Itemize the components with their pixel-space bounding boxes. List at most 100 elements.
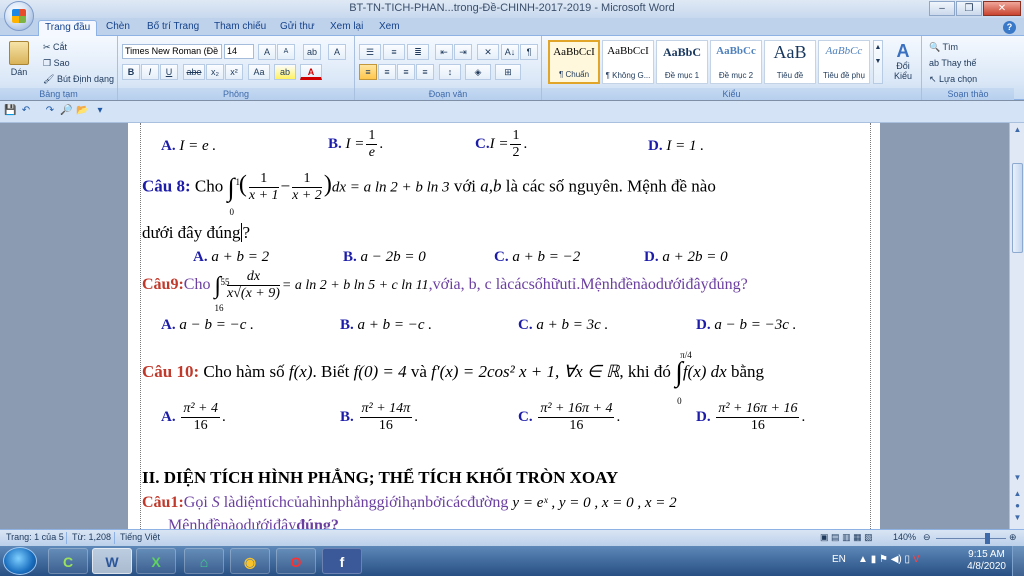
style-subtitle[interactable]: AaBbCc Tiêu đề phụ xyxy=(818,40,870,84)
zoom-out-icon[interactable]: ⊖ xyxy=(923,532,931,543)
page-count[interactable]: Trang: 1 của 5 xyxy=(6,532,64,542)
language-indicator[interactable]: EN xyxy=(832,554,846,565)
style-heading-2[interactable]: AaBbCc Đề mục 2 xyxy=(710,40,762,84)
print-layout-icon[interactable]: ▣ xyxy=(820,532,829,542)
justify-button[interactable]: ≡ xyxy=(416,64,434,80)
scroll-down-icon[interactable]: ▼ xyxy=(1012,473,1023,485)
cut-button[interactable]: ✂ Cắt xyxy=(40,39,70,55)
align-left-button[interactable]: ≡ xyxy=(359,64,377,80)
taskbar-app-opera[interactable]: O xyxy=(276,548,316,574)
align-center-button[interactable]: ≡ xyxy=(378,64,396,80)
multilevel-list-button[interactable]: ≣ xyxy=(407,44,429,60)
taskbar-app-facebook[interactable]: f xyxy=(322,548,362,574)
customize-qat-icon[interactable]: ▾ xyxy=(94,105,106,117)
next-page-icon[interactable]: ▼ xyxy=(1012,513,1023,525)
align-right-button[interactable]: ≡ xyxy=(397,64,415,80)
line-spacing-button[interactable]: ↕ xyxy=(439,64,461,80)
change-styles-button[interactable]: A Đổi Kiểu xyxy=(886,40,920,84)
font-size-select[interactable]: 14 xyxy=(224,44,254,59)
prev-page-icon[interactable]: ▲ xyxy=(1012,489,1023,501)
bullets-button[interactable]: ☰ xyxy=(359,44,381,60)
office-button[interactable] xyxy=(4,1,34,31)
restore-button[interactable]: ❐ xyxy=(956,1,982,16)
change-case-button[interactable]: Aa xyxy=(248,64,270,80)
borders-button[interactable]: ⊞ xyxy=(495,64,521,80)
outline-icon[interactable]: ▦ xyxy=(853,532,862,542)
vertical-scrollbar[interactable]: ▲ ▼ ▲ ● ▼ xyxy=(1009,123,1024,529)
numbering-button[interactable]: ≡ xyxy=(383,44,405,60)
tab-insert[interactable]: Chèn xyxy=(100,20,136,36)
underline-button[interactable]: U xyxy=(160,64,178,80)
scroll-up-icon[interactable]: ▲ xyxy=(1012,125,1023,137)
full-screen-icon[interactable]: ▤ xyxy=(831,532,840,542)
taskbar-app-excel[interactable]: X xyxy=(136,548,176,574)
select-button[interactable]: ↖ Lựa chọn xyxy=(926,71,980,87)
document-area[interactable]: A. I = e . B. I = 1 e. C.I = 1 2. D. I = 1 .… xyxy=(0,123,1009,529)
replace-button[interactable]: ab Thay thế xyxy=(926,55,979,71)
taskbar-app-word[interactable]: W xyxy=(92,548,132,574)
word-count[interactable]: Từ: 1,208 xyxy=(72,532,111,542)
undo-icon[interactable]: ↶ xyxy=(20,105,32,117)
taskbar-app-home[interactable]: ⌂ xyxy=(184,548,224,574)
scroll-thumb[interactable] xyxy=(1012,163,1023,253)
minimize-button[interactable]: – xyxy=(929,1,955,16)
clock[interactable]: 9:15 AM 4/8/2020 xyxy=(967,549,1006,573)
language[interactable]: Tiếng Việt xyxy=(120,532,160,542)
superscript-button[interactable]: x² xyxy=(225,64,243,80)
battery-icon[interactable]: ▯ xyxy=(905,554,911,565)
tab-review[interactable]: Xem lại xyxy=(324,20,369,36)
char-border-button[interactable]: A xyxy=(328,44,346,60)
chevron-up-icon[interactable]: ▲ xyxy=(858,554,868,565)
tab-mailings[interactable]: Gửi thư xyxy=(274,20,321,36)
print-preview-icon[interactable]: 🔎 xyxy=(60,105,72,117)
find-button[interactable]: 🔍 Tìm xyxy=(926,39,961,55)
sort-button[interactable]: A↓ xyxy=(501,44,519,60)
tab-view[interactable]: Xem xyxy=(373,20,406,36)
flag-icon[interactable]: ⚑ xyxy=(879,554,888,565)
browse-object-icon[interactable]: ● xyxy=(1012,501,1023,513)
close-button[interactable]: ✕ xyxy=(983,1,1021,16)
subscript-button[interactable]: x₂ xyxy=(206,64,224,80)
shrink-font-button[interactable]: A xyxy=(277,44,295,60)
save-icon[interactable]: 💾 xyxy=(4,105,16,117)
shading-button[interactable]: ◈ xyxy=(465,64,491,80)
styles-scroll[interactable]: ▲ ▼ xyxy=(873,40,883,84)
zoom-in-icon[interactable]: ⊕ xyxy=(1009,532,1017,543)
draft-icon[interactable]: ▧ xyxy=(864,532,873,542)
text-direction-button[interactable]: ✕ xyxy=(477,44,499,60)
clear-format-button[interactable]: ab xyxy=(303,44,321,60)
increase-indent-button[interactable]: ⇥ xyxy=(454,44,472,60)
font-color-button[interactable]: A xyxy=(300,64,322,80)
redo-icon[interactable]: ↷ xyxy=(44,105,56,117)
show-marks-button[interactable]: ¶ xyxy=(520,44,538,60)
decrease-indent-button[interactable]: ⇤ xyxy=(435,44,453,60)
style-normal[interactable]: AaBbCcI ¶ Chuẩn xyxy=(548,40,600,84)
show-desktop-button[interactable] xyxy=(1012,546,1024,576)
highlight-button[interactable]: ab xyxy=(274,64,296,80)
style-title[interactable]: AaB Tiêu đề xyxy=(764,40,816,84)
network-icon[interactable]: ▮ xyxy=(871,554,877,565)
tab-references[interactable]: Tham chiếu xyxy=(208,20,272,36)
antivirus-icon[interactable]: V xyxy=(913,554,920,565)
open-folder-icon[interactable]: 📂 xyxy=(76,105,88,117)
tab-page-layout[interactable]: Bố trí Trang xyxy=(141,20,205,36)
format-painter-button[interactable]: 🖌 Bút Định dạng xyxy=(40,71,117,87)
volume-icon[interactable]: ◀) xyxy=(891,554,902,565)
italic-button[interactable]: I xyxy=(141,64,159,80)
taskbar-app-coccoc[interactable]: C xyxy=(48,548,88,574)
paste-button[interactable]: Dán xyxy=(4,38,34,84)
font-name-select[interactable]: Times New Roman (Đề i xyxy=(122,44,222,59)
view-buttons[interactable]: ▣ ▤ ▥ ▦ ▧ xyxy=(820,532,873,543)
taskbar-app-chrome[interactable]: ◉ xyxy=(230,548,270,574)
zoom-level[interactable]: 140% xyxy=(893,532,916,542)
start-button[interactable] xyxy=(3,547,37,575)
web-layout-icon[interactable]: ▥ xyxy=(842,532,851,542)
tab-home[interactable]: Trang đầu xyxy=(38,20,98,37)
zoom-slider-handle[interactable] xyxy=(985,533,990,544)
document-page[interactable]: A. I = e . B. I = 1 e. C.I = 1 2. D. I = 1 .… xyxy=(128,123,880,529)
style-heading-1[interactable]: AaBbC Đề mục 1 xyxy=(656,40,708,84)
grow-font-button[interactable]: A xyxy=(258,44,276,60)
help-icon[interactable]: ? xyxy=(1003,21,1016,34)
style-no-spacing[interactable]: AaBbCcI ¶ Không G... xyxy=(602,40,654,84)
strikethrough-button[interactable]: abe xyxy=(183,64,205,80)
